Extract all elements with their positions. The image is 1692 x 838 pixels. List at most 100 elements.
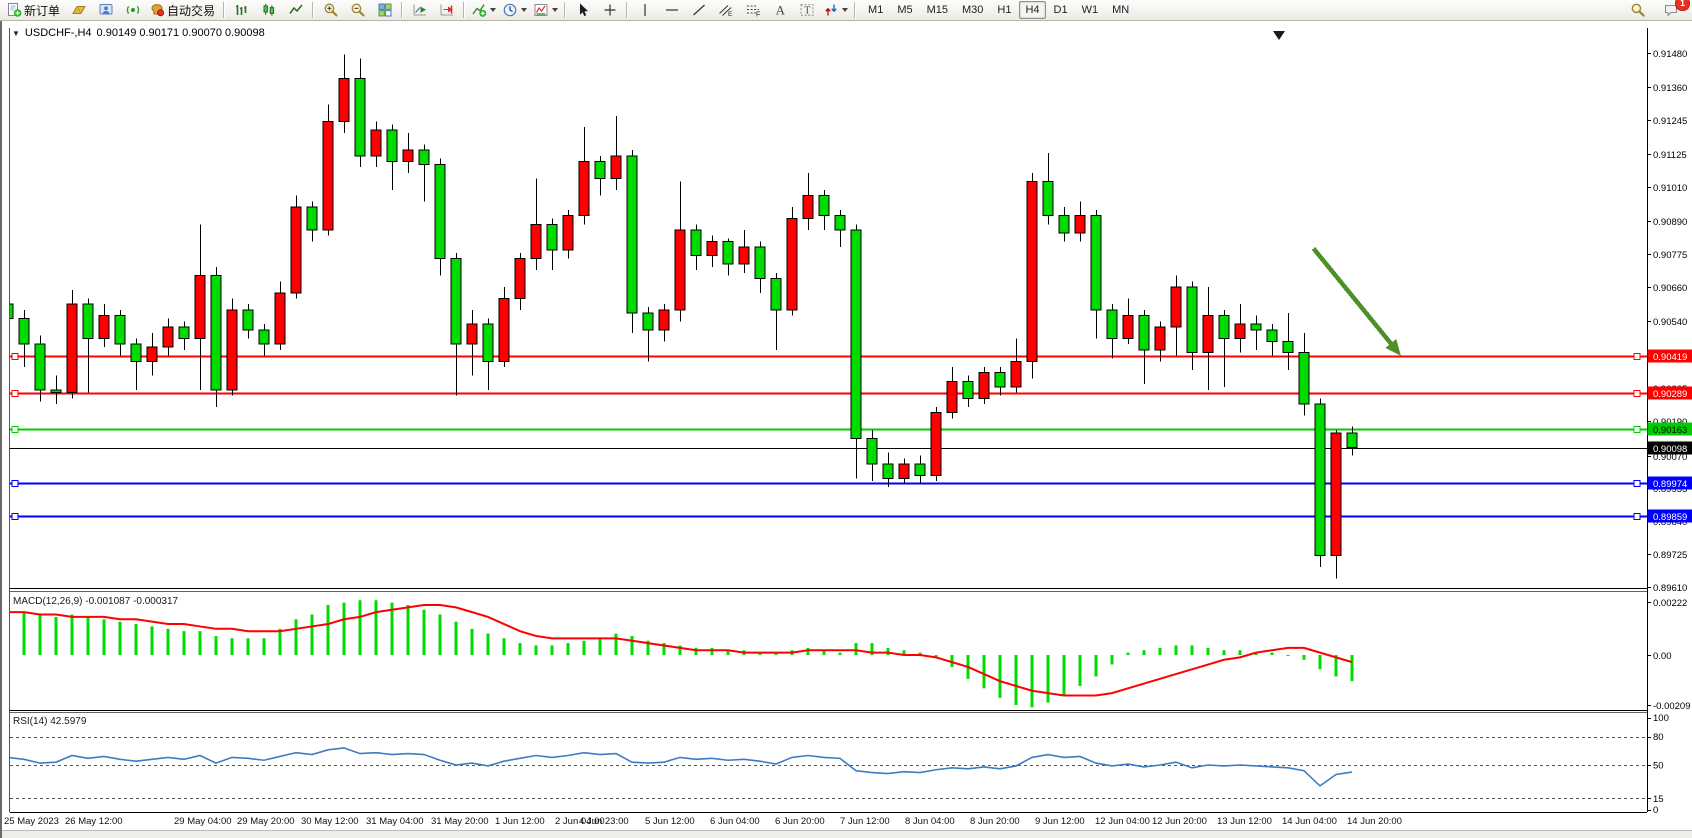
chartshift-icon <box>439 2 455 18</box>
timeframe-w1-button[interactable]: W1 <box>1076 1 1105 19</box>
chart-shift-button[interactable] <box>433 0 460 21</box>
timeframe-m5-button[interactable]: M5 <box>891 1 918 19</box>
fibonacci-button[interactable]: F <box>739 0 766 21</box>
current-price-line: 0.90098 <box>10 442 1692 456</box>
tile-windows-button[interactable] <box>371 0 398 21</box>
bars-icon <box>234 2 250 18</box>
timeframe-m30-button[interactable]: M30 <box>956 1 989 19</box>
autotrading-button[interactable]: 自动交易 <box>146 0 220 21</box>
search-button[interactable] <box>1624 0 1651 21</box>
pane-borders <box>10 28 1648 813</box>
terminal-button[interactable] <box>92 0 119 21</box>
tile-icon <box>377 2 393 18</box>
rsi-label: RSI(14) 42.5979 <box>13 716 86 727</box>
signal-icon <box>125 2 141 18</box>
linechart-icon <box>288 2 304 18</box>
svg-text:0.89974: 0.89974 <box>1653 479 1687 490</box>
rsi-levels <box>10 738 1647 799</box>
chevron-down-icon[interactable] <box>552 8 558 12</box>
new-order-button-label: 新订单 <box>24 2 62 19</box>
svg-text:13 Jun 12:00: 13 Jun 12:00 <box>1217 816 1272 827</box>
down-arrow-annotation[interactable] <box>1314 249 1401 356</box>
clock-icon <box>502 2 518 18</box>
svg-text:80: 80 <box>1653 732 1664 743</box>
svg-text:T: T <box>804 6 810 17</box>
trading-terminal-window: 新订单 自动交易 E FAT M1M5M15M30H1H4D1W1MN 1 ▼ USD… <box>0 0 1692 838</box>
chart-canvas[interactable]: 0.914800.913600.912450.911250.910100.908… <box>2 21 1692 838</box>
svg-text:0.91010: 0.91010 <box>1653 183 1687 194</box>
toolbar-separator <box>312 2 314 18</box>
timeframe-m15-button[interactable]: M15 <box>921 1 954 19</box>
svg-text:15: 15 <box>1653 794 1664 805</box>
chart-shift-marker[interactable] <box>1273 31 1285 40</box>
svg-text:0.91480: 0.91480 <box>1653 49 1687 60</box>
text-label-button[interactable]: T <box>793 0 820 21</box>
svg-text:29 May 20:00: 29 May 20:00 <box>237 816 295 827</box>
zoom-in-button[interactable] <box>317 0 344 21</box>
svg-text:0.89725: 0.89725 <box>1653 550 1687 561</box>
text-button[interactable]: A <box>766 0 793 21</box>
templates-button[interactable] <box>530 0 561 21</box>
svg-text:12 Jun 04:00: 12 Jun 04:00 <box>1095 816 1150 827</box>
chevron-down-icon[interactable] <box>490 8 496 12</box>
svg-text:0.90419: 0.90419 <box>1653 352 1687 363</box>
chart-window[interactable]: ▼ USDCHF-,H4 0.90149 0.90171 0.90070 0.9… <box>0 21 1692 838</box>
toolbar-separator <box>854 2 856 18</box>
horizontal-line-0.89974[interactable]: 0.89974 <box>10 477 1692 491</box>
arrows-button[interactable] <box>820 0 851 21</box>
auto-scroll-button[interactable] <box>406 0 433 21</box>
fibo-icon: F <box>745 2 761 18</box>
template-icon <box>533 2 549 18</box>
zoom-out-button[interactable] <box>344 0 371 21</box>
candles-icon <box>261 2 277 18</box>
svg-text:0: 0 <box>1653 805 1658 816</box>
indicators-button[interactable] <box>468 0 499 21</box>
profiles-button[interactable] <box>65 0 92 21</box>
signals-button[interactable] <box>119 0 146 21</box>
svg-text:0.90775: 0.90775 <box>1653 250 1687 261</box>
svg-text:F: F <box>756 12 760 19</box>
horizontal-line-0.89859[interactable]: 0.89859 <box>10 510 1692 524</box>
crosshair-button[interactable] <box>596 0 623 21</box>
time-axis[interactable]: 25 May 202326 May 12:0029 May 04:0029 Ma… <box>4 816 1402 827</box>
candlestick-chart-button[interactable] <box>255 0 282 21</box>
arrows-icon <box>823 2 839 18</box>
chevron-down-icon[interactable] <box>842 8 848 12</box>
chart-title-dropdown-icon[interactable]: ▼ <box>12 29 20 38</box>
svg-text:30 May 12:00: 30 May 12:00 <box>301 816 359 827</box>
vline-icon <box>637 2 653 18</box>
toolbar-separator <box>626 2 628 18</box>
autoscroll-icon <box>412 2 428 18</box>
autotrading-button-label: 自动交易 <box>167 2 217 19</box>
timeframe-m1-button[interactable]: M1 <box>862 1 889 19</box>
new-order-button[interactable]: 新订单 <box>3 0 65 21</box>
bar-chart-button[interactable] <box>228 0 255 21</box>
indicators-icon <box>471 2 487 18</box>
trendline-button[interactable] <box>685 0 712 21</box>
vertical-line-button[interactable] <box>631 0 658 21</box>
line-chart-button[interactable] <box>282 0 309 21</box>
zoom-out-icon <box>350 2 366 18</box>
equidistant-channel-button[interactable]: E <box>712 0 739 21</box>
timeframe-d1-button[interactable]: D1 <box>1048 1 1074 19</box>
chart-ohlc-values: 0.90149 0.90171 0.90070 0.90098 <box>97 27 265 39</box>
svg-text:100: 100 <box>1653 713 1669 724</box>
timeframe-mn-button[interactable]: MN <box>1106 1 1135 19</box>
toolbar-separator <box>463 2 465 18</box>
macd-label: MACD(12,26,9) -0.001087 -0.000317 <box>13 596 178 607</box>
timeframe-h4-button[interactable]: H4 <box>1019 1 1045 19</box>
svg-text:0.90540: 0.90540 <box>1653 317 1687 328</box>
notifications-button[interactable]: 1 <box>1657 0 1684 21</box>
svg-text:1 Jun 12:00: 1 Jun 12:00 <box>495 816 545 827</box>
cursor-button[interactable] <box>569 0 596 21</box>
svg-text:14 Jun 20:00: 14 Jun 20:00 <box>1347 816 1402 827</box>
svg-text:0.89859: 0.89859 <box>1653 512 1687 523</box>
timeframe-h1-button[interactable]: H1 <box>991 1 1017 19</box>
svg-text:7 Jun 12:00: 7 Jun 12:00 <box>840 816 890 827</box>
periods-button[interactable] <box>499 0 530 21</box>
rsi-indicator <box>8 748 1352 786</box>
horizontal-line-button[interactable] <box>658 0 685 21</box>
crosshair-icon <box>602 2 618 18</box>
chevron-down-icon[interactable] <box>521 8 527 12</box>
cursor-icon <box>575 2 591 18</box>
